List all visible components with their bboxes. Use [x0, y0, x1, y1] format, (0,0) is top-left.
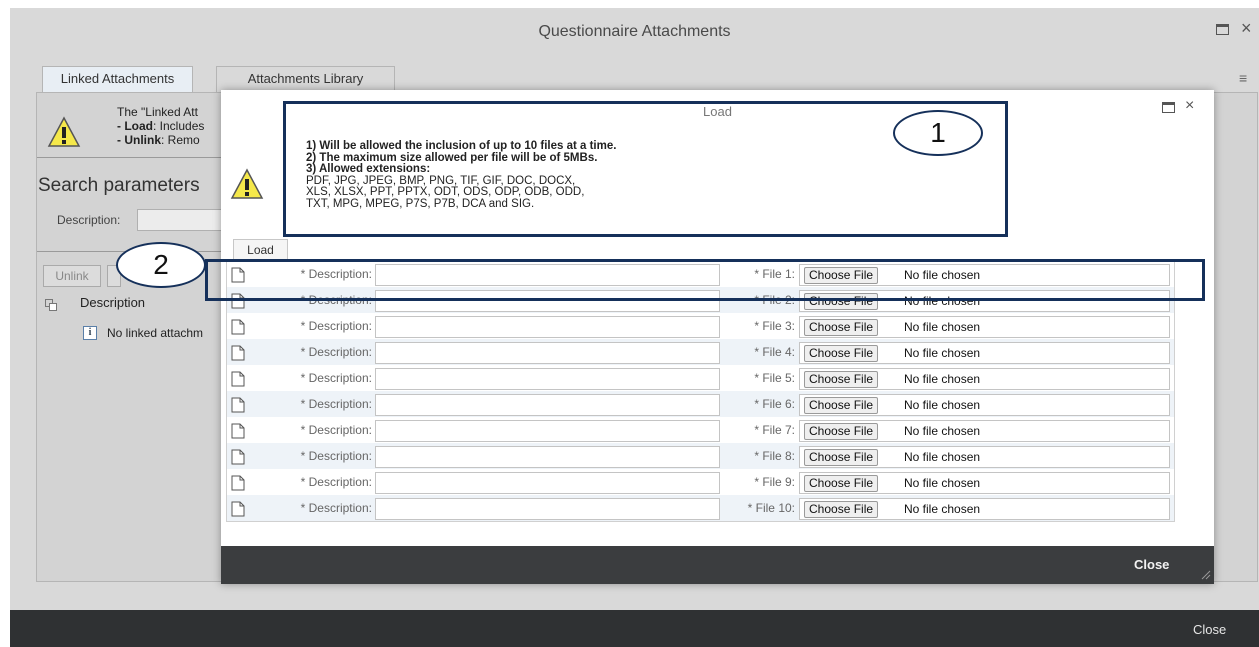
file-status: No file chosen	[904, 424, 981, 438]
column-header-description[interactable]: Description	[80, 295, 145, 310]
load-close-button[interactable]: Close	[1134, 557, 1169, 572]
tab-attachments-library[interactable]: Attachments Library	[216, 66, 395, 92]
choose-file-button[interactable]: Choose File	[804, 423, 879, 440]
file-label: * File 3:	[754, 319, 795, 333]
file-input[interactable]: Choose File No file chosen	[799, 472, 1170, 494]
file-status: No file chosen	[904, 476, 981, 490]
file-status: No file chosen	[904, 398, 981, 412]
file-row: * Description: * File 5: Choose File No …	[227, 365, 1174, 391]
file-input[interactable]: Choose File No file chosen	[799, 446, 1170, 468]
description-input[interactable]	[375, 394, 720, 416]
tab-load[interactable]: Load	[233, 239, 288, 261]
file-status: No file chosen	[904, 372, 981, 386]
file-row: * Description: * File 8: Choose File No …	[227, 443, 1174, 469]
search-parameters-heading: Search parameters	[38, 175, 200, 196]
description-input[interactable]	[375, 420, 720, 442]
document-icon	[231, 345, 245, 361]
description-label: * Description:	[300, 449, 372, 463]
outer-footer-bar: Close	[10, 610, 1259, 647]
document-icon	[231, 319, 245, 335]
unlink-button[interactable]: Unlink	[43, 265, 101, 287]
screen: Questionnaire Attachments × ≡ Linked Att…	[0, 0, 1259, 647]
document-icon	[231, 397, 245, 413]
info-line: The "Linked Att	[117, 105, 198, 119]
choose-file-button[interactable]: Choose File	[804, 345, 879, 362]
warning-icon	[230, 168, 264, 199]
choose-file-button[interactable]: Choose File	[804, 475, 879, 492]
file-label: * File 5:	[754, 371, 795, 385]
description-input[interactable]	[375, 472, 720, 494]
close-icon[interactable]: ×	[1185, 97, 1194, 115]
maximize-icon[interactable]	[1162, 102, 1175, 113]
select-all-icon[interactable]	[45, 299, 57, 311]
file-input[interactable]: Choose File No file chosen	[799, 342, 1170, 364]
file-label: * File 8:	[754, 449, 795, 463]
file-row: * Description: * File 10: Choose File No…	[227, 495, 1174, 521]
document-icon	[231, 501, 245, 517]
outer-info-text: The "Linked Att - Load: Includes - Unlin…	[117, 105, 204, 147]
description-label: * Description:	[300, 475, 372, 489]
file-input[interactable]: Choose File No file chosen	[799, 498, 1170, 520]
file-input[interactable]: Choose File No file chosen	[799, 368, 1170, 390]
description-search-input[interactable]	[137, 209, 227, 231]
description-label: Description:	[57, 213, 121, 227]
file-status: No file chosen	[904, 502, 981, 516]
file-label: * File 9:	[754, 475, 795, 489]
annotation-marker-1: 1	[893, 110, 983, 156]
document-icon	[231, 423, 245, 439]
description-label: * Description:	[300, 345, 372, 359]
divider	[37, 157, 221, 158]
description-label: * Description:	[300, 397, 372, 411]
unlink-keyword: - Unlink	[117, 133, 161, 147]
description-label: * Description:	[300, 371, 372, 385]
file-label: * File 10:	[747, 501, 795, 515]
outer-close-button[interactable]: Close	[1193, 622, 1226, 637]
menu-icon[interactable]: ≡	[1239, 70, 1247, 86]
warning-icon	[47, 116, 81, 147]
file-status: No file chosen	[904, 346, 981, 360]
file-row: * Description: * File 3: Choose File No …	[227, 313, 1174, 339]
file-status: No file chosen	[904, 320, 981, 334]
info-icon: i	[83, 326, 97, 340]
tab-linked-attachments[interactable]: Linked Attachments	[42, 66, 193, 92]
load-description: : Includes	[153, 119, 205, 133]
file-label: * File 7:	[754, 423, 795, 437]
description-label: * Description:	[300, 501, 372, 515]
description-input[interactable]	[375, 446, 720, 468]
choose-file-button[interactable]: Choose File	[804, 449, 879, 466]
description-input[interactable]	[375, 316, 720, 338]
description-input[interactable]	[375, 368, 720, 390]
unlink-description: : Remo	[161, 133, 200, 147]
file-row: * Description: * File 7: Choose File No …	[227, 417, 1174, 443]
choose-file-button[interactable]: Choose File	[804, 501, 879, 518]
load-keyword: - Load	[117, 119, 153, 133]
description-input[interactable]	[375, 498, 720, 520]
file-label: * File 4:	[754, 345, 795, 359]
resize-grip-icon[interactable]	[1199, 568, 1211, 580]
close-icon[interactable]: ×	[1241, 18, 1252, 38]
load-footer-bar: Close	[221, 546, 1214, 584]
description-input[interactable]	[375, 342, 720, 364]
file-input[interactable]: Choose File No file chosen	[799, 394, 1170, 416]
annotation-marker-2: 2	[116, 242, 206, 288]
no-linked-attachments-message: No linked attachm	[107, 326, 204, 340]
file-status: No file chosen	[904, 450, 981, 464]
description-label: * Description:	[300, 423, 372, 437]
annotation-box-file-row	[205, 259, 1205, 301]
file-input[interactable]: Choose File No file chosen	[799, 316, 1170, 338]
choose-file-button[interactable]: Choose File	[804, 371, 879, 388]
description-label: * Description:	[300, 319, 372, 333]
choose-file-button[interactable]: Choose File	[804, 397, 879, 414]
file-label: * File 6:	[754, 397, 795, 411]
document-icon	[231, 475, 245, 491]
file-row: * Description: * File 4: Choose File No …	[227, 339, 1174, 365]
file-row: * Description: * File 6: Choose File No …	[227, 391, 1174, 417]
file-input[interactable]: Choose File No file chosen	[799, 420, 1170, 442]
dialog-title: Questionnaire Attachments	[538, 23, 731, 40]
file-row: * Description: * File 9: Choose File No …	[227, 469, 1174, 495]
document-icon	[231, 449, 245, 465]
maximize-icon[interactable]	[1216, 24, 1229, 35]
choose-file-button[interactable]: Choose File	[804, 319, 879, 336]
document-icon	[231, 371, 245, 387]
